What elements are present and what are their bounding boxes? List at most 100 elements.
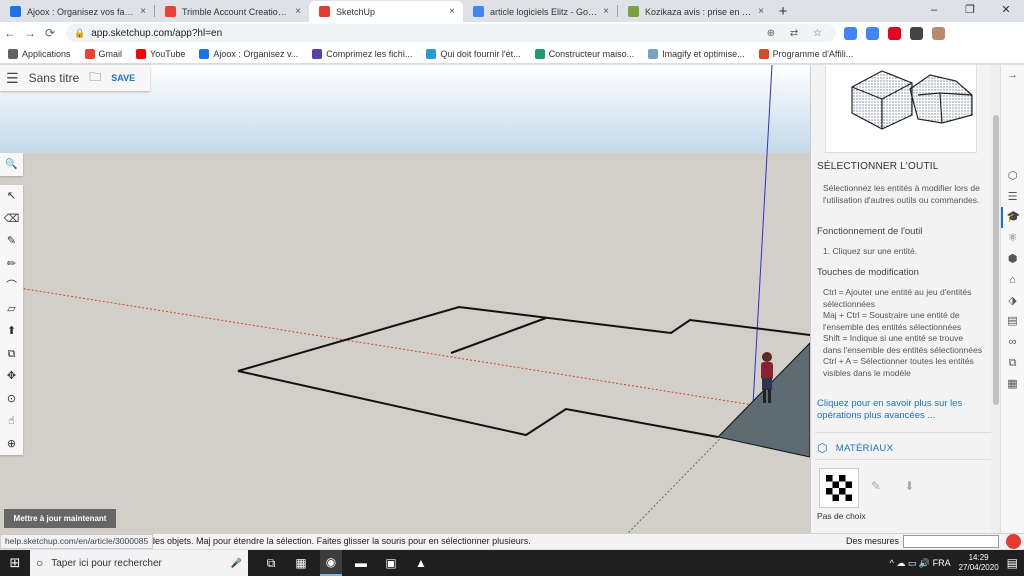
tool-button-icon[interactable]: ✥ — [7, 365, 16, 388]
browser-tab[interactable]: article logiciels Elitz - Google Do × — [463, 1, 617, 22]
tool-button-icon[interactable]: ▱ — [7, 298, 15, 321]
bookmark-icon — [312, 48, 323, 59]
minimize-button[interactable]: – — [916, 0, 952, 22]
tray-panel-icon[interactable]: ⬢ — [1008, 249, 1018, 270]
bookmark-item[interactable]: Qui doit fournir l'ét... — [426, 48, 521, 59]
tool-button-icon[interactable]: ⊙ — [7, 388, 16, 411]
notification-icon[interactable]: ▤ — [1007, 556, 1018, 570]
tab-close-icon[interactable]: × — [603, 6, 609, 17]
omnibox-icons[interactable]: ⊕ ⇄ ☆ — [767, 28, 828, 39]
tray-panel-icon[interactable]: ▦ — [1007, 374, 1017, 395]
bookmark-item[interactable]: Ajoox : Organisez v... — [199, 48, 298, 59]
search-tool-button[interactable]: 🔍 — [0, 153, 23, 176]
learn-more-link[interactable]: Cliquez pour en savoir plus sur les opér… — [817, 398, 985, 422]
bookmark-item[interactable]: Imagify et optimise... — [648, 48, 745, 59]
tool-button-icon[interactable]: ↖ — [7, 185, 16, 208]
tool-button-icon[interactable]: ⌒ — [6, 275, 17, 298]
url-text: app.sketchup.com/app?hl=en — [91, 27, 223, 39]
back-button[interactable]: ← — [0, 26, 20, 40]
tray-panel-icon[interactable]: ⬡ — [1008, 166, 1018, 187]
bookmark-item[interactable]: Applications — [8, 48, 71, 59]
tray-panel-icon[interactable]: ∞ — [1009, 332, 1017, 353]
extension-icon[interactable] — [888, 26, 901, 40]
tray-panel-icon[interactable]: 🎓 — [1001, 207, 1024, 229]
bookmark-item[interactable]: Comprimez les fichi... — [312, 48, 412, 59]
bookmarks-bar: Applications Gmail YouTube Ajoox : Organise… — [0, 44, 1024, 64]
tab-close-icon[interactable]: × — [295, 6, 301, 17]
tab-favicon-icon — [628, 6, 639, 17]
viewport-3d[interactable] — [0, 65, 810, 533]
tray-panel-icon[interactable]: ⌂ — [1009, 270, 1016, 291]
tray-panel-icon[interactable]: ⬗ — [1008, 291, 1016, 312]
model-scene[interactable] — [0, 65, 810, 533]
taskbar-search[interactable]: ○ Taper ici pour rechercher 🎤 — [30, 550, 248, 576]
material-swatch[interactable] — [819, 468, 859, 508]
bookmark-item[interactable]: YouTube — [136, 48, 185, 59]
tab-close-icon[interactable]: × — [758, 6, 764, 17]
material-actions[interactable]: ✎ ⬇ — [871, 479, 924, 493]
update-now-button[interactable]: Mettre à jour maintenant — [4, 509, 116, 528]
tool-button-icon[interactable]: ⧉ — [8, 343, 16, 366]
materials-title: MATÉRIAUX — [835, 442, 894, 454]
forward-button[interactable]: → — [20, 26, 40, 40]
taskbar-app-icon[interactable]: ▲ — [410, 550, 432, 576]
close-window-button[interactable]: ✕ — [988, 0, 1024, 22]
taskbar-app-icon[interactable]: ▣ — [380, 550, 402, 576]
browser-tab[interactable]: Trimble Account Creation Notific× — [155, 1, 309, 22]
taskbar-app-icon[interactable]: ⧉ — [260, 550, 282, 576]
app-title-bar: ☰ Sans titre 🗀 SAVE — [0, 65, 150, 91]
address-bar[interactable]: 🔒 app.sketchup.com/app?hl=en ⊕ ⇄ ☆ — [66, 24, 836, 42]
operation-title: Fonctionnement de l'outil — [817, 226, 923, 237]
start-button[interactable]: ⊞ — [0, 555, 30, 571]
new-tab-button[interactable]: + — [772, 3, 794, 20]
bookmark-label: Programme d'Affili... — [772, 48, 854, 59]
tool-button-icon[interactable]: ⬆ — [7, 320, 16, 343]
bookmark-item[interactable]: Programme d'Affili... — [758, 48, 854, 59]
taskbar-app-icon[interactable]: ▬ — [350, 550, 372, 576]
tray-panel-icon[interactable]: ▤ — [1007, 311, 1017, 332]
extension-icon[interactable] — [910, 26, 923, 40]
extension-icon[interactable] — [932, 26, 945, 40]
panel-scrollbar[interactable] — [991, 65, 1000, 533]
windows-taskbar: ⊞ ○ Taper ici pour rechercher 🎤 ⧉ ▦ ◉ ▬ ▣ ▲ ^… — [0, 550, 1024, 576]
browser-tab[interactable]: SketchUp × — [309, 1, 463, 22]
measures-input[interactable] — [903, 535, 999, 548]
tab-favicon-icon — [165, 6, 176, 17]
clock[interactable]: 14:29 27/04/2020 — [959, 553, 999, 573]
save-button[interactable]: SAVE — [111, 73, 135, 83]
microphone-icon[interactable]: 🎤 — [231, 558, 242, 569]
tray-panel-icon[interactable]: ☰ — [1008, 187, 1018, 208]
bookmark-icon — [199, 48, 210, 59]
scrollbar-thumb[interactable] — [993, 115, 999, 405]
folder-icon[interactable]: 🗀 — [89, 68, 101, 89]
document-title[interactable]: Sans titre — [29, 71, 80, 85]
bookmark-label: Constructeur maiso... — [548, 48, 635, 59]
extension-icon[interactable] — [844, 26, 857, 40]
taskbar-app-icon[interactable]: ◉ — [320, 550, 342, 576]
tray-panel-icon[interactable]: ⧉ — [1009, 353, 1017, 374]
floorplan-wall — [450, 317, 547, 354]
tab-close-icon[interactable]: × — [140, 6, 146, 17]
tab-close-icon[interactable]: × — [449, 6, 455, 17]
materials-header[interactable]: ⬡ MATÉRIAUX — [817, 441, 893, 455]
tray-icons-list[interactable]: ^ ☁ ▭ 🔊 FRA — [890, 558, 951, 569]
tool-button-icon[interactable]: ✏ — [7, 253, 16, 276]
tool-button-icon[interactable]: ✎ — [7, 230, 16, 253]
divider — [815, 459, 991, 460]
tool-button-icon[interactable]: ☝ — [8, 410, 15, 433]
tray-panel-icon[interactable]: ⚛ — [1008, 228, 1018, 249]
tool-button-icon[interactable]: ⌫ — [4, 208, 20, 231]
maximize-button[interactable]: ❐ — [952, 0, 988, 22]
bookmark-label: Imagify et optimise... — [662, 48, 745, 59]
taskbar-app-icon[interactable]: ▦ — [290, 550, 312, 576]
reload-button[interactable]: ⟳ — [40, 26, 60, 40]
browser-tab[interactable]: Ajoox : Organisez vos favoris et g × — [0, 1, 154, 22]
collapse-panel-icon[interactable]: → — [1007, 65, 1018, 86]
tool-button-icon[interactable]: ⊕ — [7, 433, 16, 456]
browser-tab[interactable]: Kozikaza avis : prise en main pou× — [618, 1, 772, 22]
menu-icon[interactable]: ☰ — [6, 70, 19, 87]
bookmark-item[interactable]: Gmail — [84, 48, 122, 59]
tab-title: Ajoox : Organisez vos favoris et g — [27, 6, 136, 17]
extension-icon[interactable] — [866, 26, 879, 40]
bookmark-item[interactable]: Constructeur maiso... — [534, 48, 635, 59]
